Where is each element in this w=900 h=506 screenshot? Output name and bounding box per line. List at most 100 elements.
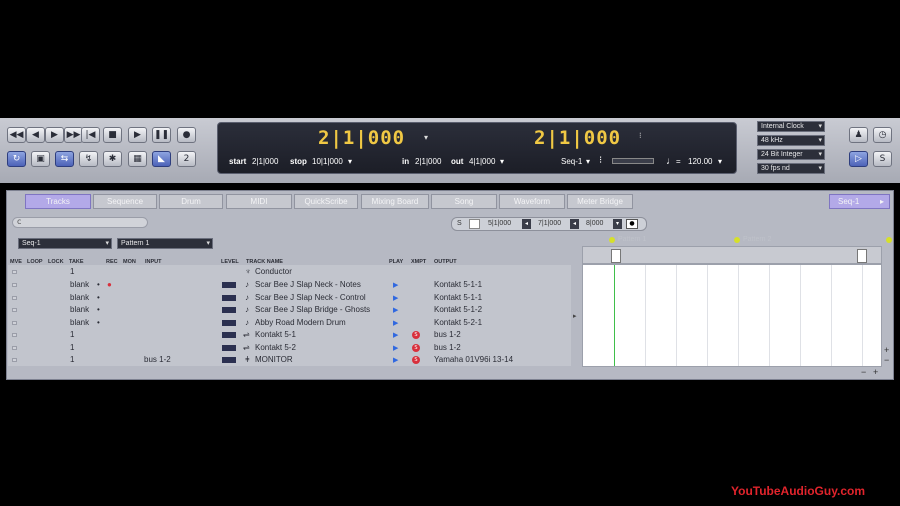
main-counter[interactable]: 2|1|000 — [318, 127, 405, 149]
start-value[interactable]: 2|1|000 — [252, 157, 278, 166]
zoom-in-horizontal-icon[interactable]: + — [873, 367, 878, 377]
track-output[interactable]: bus 1-2 — [434, 342, 461, 354]
tab-midi[interactable]: MIDI — [226, 194, 292, 209]
pause-icon[interactable]: ❚❚ — [152, 127, 171, 143]
track-output[interactable]: Kontakt 5-1-1 — [434, 279, 482, 291]
play-enable-icon[interactable]: ▶ — [393, 354, 398, 366]
punch-icon[interactable]: ✱ — [103, 151, 122, 167]
table-row[interactable]: blank • ♪ Scar Bee J Slap Neck - Control… — [8, 292, 570, 304]
track-name[interactable]: Scar Bee J Slap Neck - Control — [255, 292, 366, 304]
table-row[interactable]: blank • ♪ Abby Road Modern Drum ▶ Kontak… — [8, 317, 570, 329]
auto-record-icon[interactable]: ⇆ — [55, 151, 74, 167]
wait-icon[interactable]: ◣ — [152, 151, 171, 167]
timeline-start-value[interactable]: 5|1|000 — [488, 220, 511, 227]
zoom-out-horizontal-icon[interactable]: − — [861, 367, 866, 377]
track-take[interactable]: blank — [70, 317, 89, 329]
snap-icon[interactable]: S — [873, 151, 892, 167]
table-row[interactable]: 1 ♆ Conductor — [8, 266, 570, 278]
track-name[interactable]: Abby Road Modern Drum — [255, 317, 346, 329]
bars-icon[interactable]: 2 — [177, 151, 196, 167]
record-enable-icon[interactable]: ● — [107, 279, 112, 291]
table-row[interactable]: 1 bus 1-2 ǂ MONITOR ▶ S Yamaha 01V96i 13… — [8, 354, 570, 366]
xmpt-icon[interactable]: S — [412, 331, 420, 339]
track-take[interactable]: 1 — [70, 266, 74, 278]
tempo-slider[interactable] — [612, 158, 654, 164]
pattern-dropdown[interactable]: Pattern 1 — [117, 238, 213, 249]
move-handle-icon[interactable] — [12, 270, 17, 274]
track-take[interactable]: blank — [70, 304, 89, 316]
take-menu-icon[interactable]: • — [97, 304, 100, 316]
out-value-arrow-icon[interactable]: ▾ — [500, 157, 504, 166]
marker-dot-icon[interactable] — [886, 237, 892, 243]
metronome-count-icon[interactable]: ▦ — [128, 151, 147, 167]
record-marker-icon[interactable]: ● — [626, 219, 638, 229]
tab-sequence[interactable]: Sequence — [93, 194, 157, 209]
tab-tracks[interactable]: Tracks — [25, 194, 91, 209]
take-menu-icon[interactable]: • — [97, 292, 100, 304]
track-input[interactable]: bus 1-2 — [144, 354, 171, 366]
track-output[interactable]: Kontakt 5-2-1 — [434, 317, 482, 329]
move-handle-icon[interactable] — [12, 308, 17, 312]
track-name[interactable]: Kontakt 5-1 — [255, 329, 296, 341]
play-enable-icon[interactable]: ▶ — [393, 279, 398, 291]
tab-waveform[interactable]: Waveform — [499, 194, 565, 209]
zoom-in-vertical-icon[interactable]: + — [884, 345, 889, 355]
track-name[interactable]: Kontakt 5-2 — [255, 342, 296, 354]
zoom-out-vertical-icon[interactable]: − — [884, 355, 889, 365]
move-handle-icon[interactable] — [12, 333, 17, 337]
splitter-arrow-icon[interactable]: ▸ — [573, 312, 577, 320]
sub-counter[interactable]: 2|1|000 — [534, 127, 621, 149]
track-take[interactable]: 1 — [70, 354, 74, 366]
overdub-icon[interactable]: ↯ — [79, 151, 98, 167]
snap-toggle[interactable]: S — [457, 220, 462, 227]
table-row[interactable]: 1 ⇌ Kontakt 5-2 ▶ S bus 1-2 — [8, 342, 570, 354]
seq-menu-button[interactable]: Seq-1 ▸ — [829, 194, 890, 209]
track-output[interactable]: Kontakt 5-1-1 — [434, 292, 482, 304]
timeline-extra-value[interactable]: 8|000 — [586, 220, 603, 227]
out-value[interactable]: 4|1|000 — [469, 157, 495, 166]
frame-rate-dropdown[interactable]: 30 fps nd — [757, 163, 825, 174]
track-output[interactable]: bus 1-2 — [434, 329, 461, 341]
tempo-value[interactable]: 120.00 — [688, 157, 712, 166]
sequence-dropdown[interactable]: Seq-1 — [18, 238, 112, 249]
sequence-grid[interactable] — [582, 264, 882, 367]
track-take[interactable]: blank — [70, 279, 89, 291]
tab-quickscribe[interactable]: QuickScribe — [294, 194, 358, 209]
tab-song[interactable]: Song — [431, 194, 497, 209]
track-name[interactable]: MONITOR — [255, 354, 293, 366]
zoom-box[interactable] — [469, 219, 480, 229]
play-enable-icon[interactable]: ▶ — [393, 342, 398, 354]
play-icon[interactable]: ▶ — [128, 127, 147, 143]
record-icon[interactable]: ● — [177, 127, 196, 143]
play-enable-icon[interactable]: ▶ — [393, 304, 398, 316]
track-name[interactable]: Scar Bee J Slap Bridge - Ghosts — [255, 304, 370, 316]
move-handle-icon[interactable] — [12, 321, 17, 325]
marker-pattern-1[interactable]: Pattern 1 — [618, 236, 646, 243]
timeline-end-arrow-icon[interactable]: ◂ — [570, 219, 579, 229]
track-name[interactable]: Conductor — [255, 266, 292, 278]
tool-icon[interactable]: ▷ — [849, 151, 868, 167]
timeline-extra-arrow-icon[interactable]: ▾ — [613, 219, 622, 229]
track-take[interactable]: blank — [70, 292, 89, 304]
sample-rate-dropdown[interactable]: 48 kHz — [757, 135, 825, 146]
play-enable-icon[interactable]: ▶ — [393, 329, 398, 341]
stop-value-arrow-icon[interactable]: ▾ — [348, 157, 352, 166]
step-back-icon[interactable]: ◀ — [26, 127, 45, 143]
return-to-start-icon[interactable]: |◀ — [81, 127, 100, 143]
sequence-selector[interactable]: Seq-1 — [561, 157, 582, 166]
marker-dot-icon[interactable] — [609, 237, 615, 243]
marker-pattern-2[interactable]: Pattern 2 — [743, 236, 771, 243]
track-output[interactable]: Kontakt 5-1-2 — [434, 304, 482, 316]
playhead-handle-icon[interactable] — [611, 249, 621, 263]
timeline-start-arrow-icon[interactable]: ◂ — [522, 219, 531, 229]
rewind-icon[interactable]: ◀◀ — [7, 127, 26, 143]
move-handle-icon[interactable] — [12, 346, 17, 350]
clock-dropdown[interactable]: Internal Clock — [757, 121, 825, 132]
track-take[interactable]: 1 — [70, 342, 74, 354]
move-handle-icon[interactable] — [12, 283, 17, 287]
step-forward-icon[interactable]: ▶ — [45, 127, 64, 143]
table-row[interactable]: blank • ● ♪ Scar Bee J Slap Neck - Notes… — [8, 279, 570, 291]
table-row[interactable]: blank • ♪ Scar Bee J Slap Bridge - Ghost… — [8, 304, 570, 316]
timeline-ruler[interactable] — [582, 246, 882, 264]
play-enable-icon[interactable]: ▶ — [393, 292, 398, 304]
